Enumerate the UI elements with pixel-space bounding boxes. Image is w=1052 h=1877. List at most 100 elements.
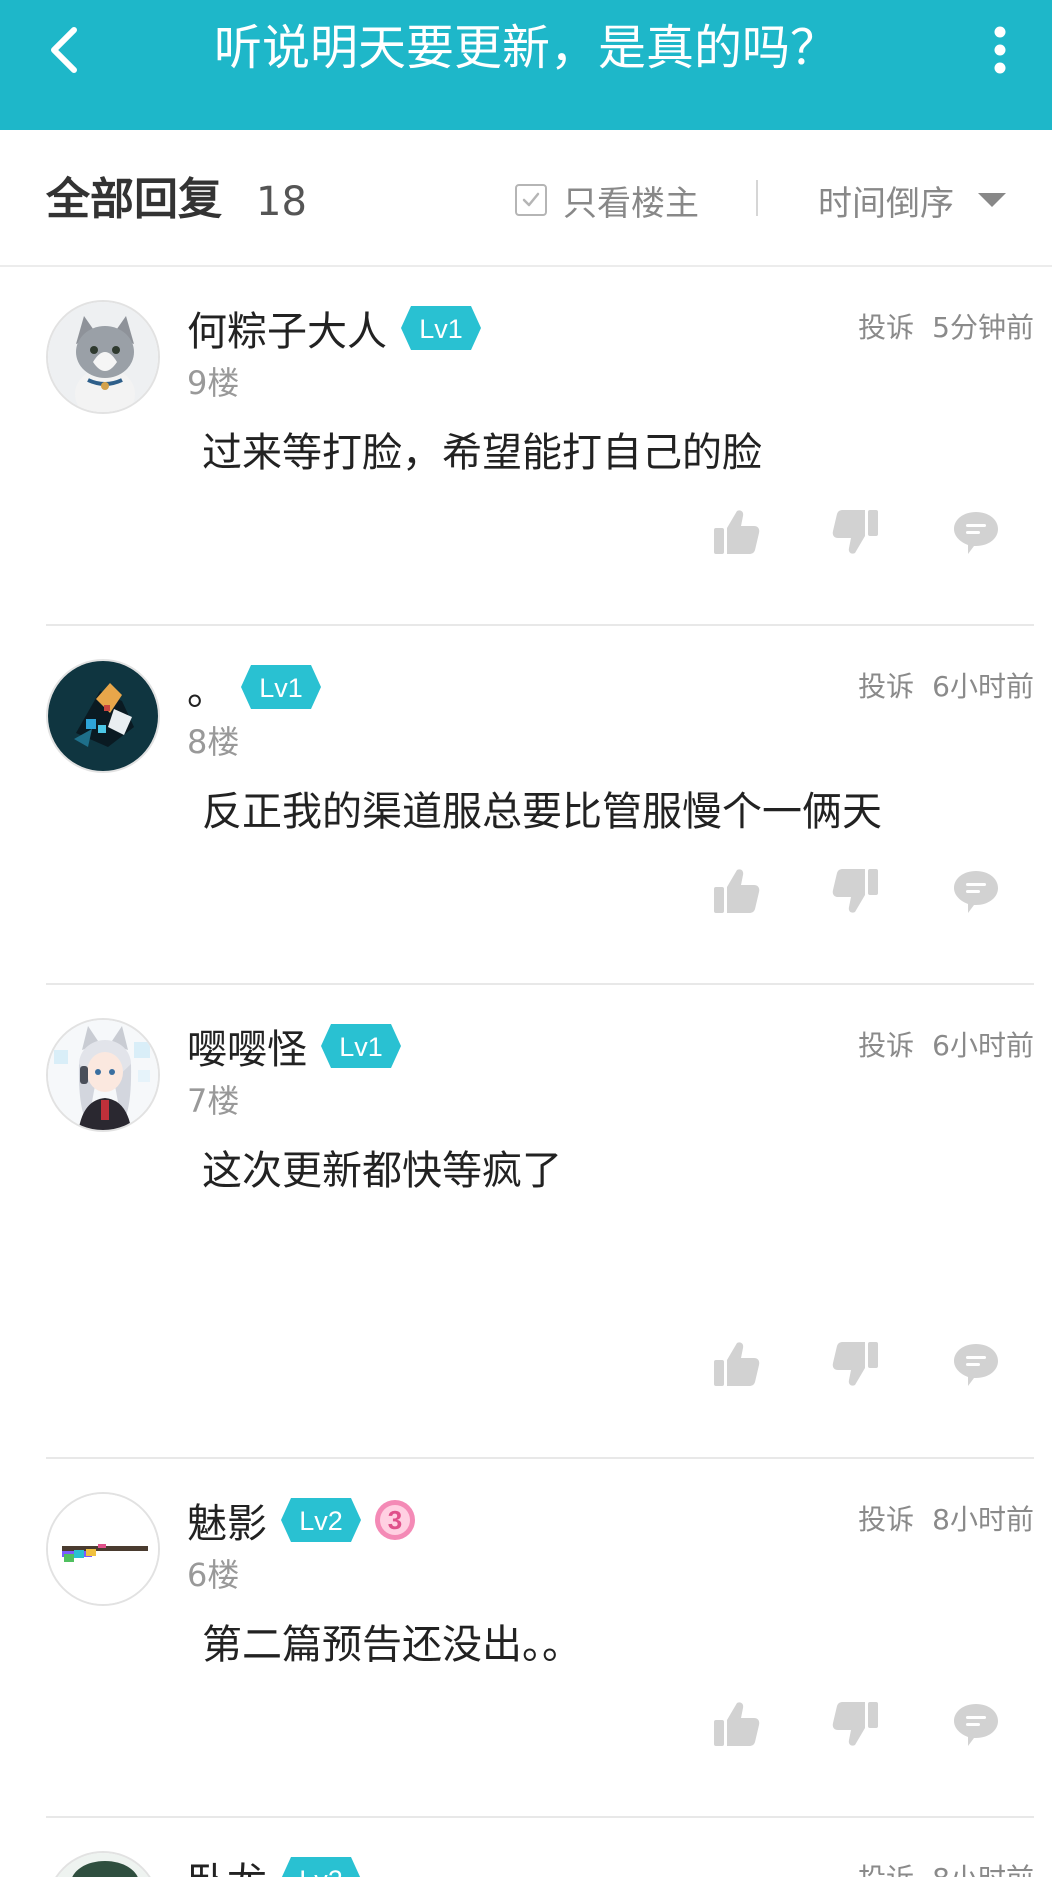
- reply-button[interactable]: [950, 865, 1002, 917]
- post-meta: 投诉 6小时前: [858, 665, 1034, 705]
- reply-button[interactable]: [950, 1698, 1002, 1750]
- report-link[interactable]: 投诉: [858, 1029, 914, 1062]
- divider: [46, 1816, 1034, 1818]
- divider: [46, 1457, 1034, 1459]
- user-info: 嘤嘤怪 Lv1: [187, 1018, 401, 1074]
- svg-text:3: 3: [388, 1505, 402, 1535]
- post-meta: 投诉 6小时前: [858, 1024, 1034, 1064]
- caret-down-icon: [978, 193, 1006, 207]
- report-link[interactable]: 投诉: [858, 1503, 914, 1536]
- svg-text:Lv2: Lv2: [299, 1506, 343, 1536]
- thumbs-up-icon: [714, 1702, 760, 1746]
- thumbs-up-icon: [714, 869, 760, 913]
- divider: [46, 983, 1034, 985]
- user-info: 卧龙 Lv2: [187, 1851, 361, 1877]
- reply-item: 。 Lv1 投诉 6小时前 8楼 反正我的渠道服总要比管服慢个一俩天: [0, 633, 1052, 983]
- more-menu-button[interactable]: [982, 20, 1018, 80]
- reply-count: 18: [256, 179, 307, 225]
- thumbs-down-icon: [832, 1702, 878, 1746]
- level-badge: Lv1: [401, 306, 481, 350]
- special-badge-icon: 3: [375, 1500, 415, 1540]
- dislike-button[interactable]: [830, 506, 882, 558]
- post-meta: 投诉 8小时前: [858, 1857, 1034, 1877]
- reply-content: 反正我的渠道服总要比管服慢个一俩天: [202, 789, 882, 835]
- user-info: 何粽子大人 Lv1: [187, 300, 481, 356]
- like-button[interactable]: [710, 1698, 762, 1750]
- comment-bubble-icon: [954, 512, 998, 554]
- svg-text:Lv2: Lv2: [299, 1865, 343, 1877]
- username[interactable]: 魅影: [187, 1491, 267, 1549]
- level-badge: Lv2: [281, 1498, 361, 1542]
- reply-item: 魅影 Lv2 3 投诉 8小时前 6楼 第二篇预告还没出。。: [0, 1466, 1052, 1816]
- sort-dropdown[interactable]: 时间倒序: [818, 178, 1006, 224]
- thumbs-down-icon: [832, 869, 878, 913]
- reply-item: 何粽子大人 Lv1 投诉 5分钟前 9楼 过来等打脸，希望能打自己的脸: [0, 274, 1052, 624]
- username[interactable]: 。: [187, 658, 227, 716]
- check-icon: [522, 192, 540, 207]
- reply-content: 这次更新都快等疯了: [202, 1148, 562, 1194]
- username[interactable]: 嘤嘤怪: [187, 1017, 307, 1075]
- post-meta: 投诉 8小时前: [858, 1498, 1034, 1538]
- thumbs-down-icon: [832, 510, 878, 554]
- thumbs-up-icon: [714, 1342, 760, 1386]
- svg-text:Lv1: Lv1: [259, 673, 303, 703]
- floor-number: 9楼: [187, 364, 240, 402]
- reply-content: 第二篇预告还没出。。: [202, 1622, 582, 1668]
- reply-button[interactable]: [950, 506, 1002, 558]
- svg-text:Lv1: Lv1: [419, 314, 463, 344]
- dislike-button[interactable]: [830, 1338, 882, 1390]
- user-info: 魅影 Lv2 3: [187, 1492, 417, 1548]
- all-replies-label: 全部回复: [46, 174, 222, 225]
- level-badge: Lv1: [241, 665, 321, 709]
- like-button[interactable]: [710, 1338, 762, 1390]
- username[interactable]: 何粽子大人: [187, 299, 387, 357]
- report-link[interactable]: 投诉: [858, 311, 914, 344]
- comment-bubble-icon: [954, 1344, 998, 1386]
- report-link[interactable]: 投诉: [858, 670, 914, 703]
- comment-bubble-icon: [954, 1704, 998, 1746]
- more-vertical-icon: [994, 26, 1006, 74]
- thumbs-down-icon: [832, 1342, 878, 1386]
- page-title: 听说明天要更新，是真的吗？: [213, 20, 838, 76]
- top-bar: 听说明天要更新，是真的吗？: [0, 0, 1052, 130]
- reply-filter-bar: 全部回复 18 只看楼主 时间倒序: [0, 130, 1052, 267]
- post-time: 6小时前: [932, 670, 1034, 703]
- rifle-avatar[interactable]: [46, 1492, 160, 1606]
- svg-text:Lv1: Lv1: [339, 1032, 383, 1062]
- checkbox-icon[interactable]: [515, 184, 547, 216]
- floor-number: 6楼: [187, 1556, 240, 1594]
- character-avatar[interactable]: [46, 1851, 160, 1877]
- user-info: 。 Lv1: [187, 659, 321, 715]
- back-button[interactable]: [44, 20, 92, 80]
- post-time: 8小时前: [932, 1503, 1034, 1536]
- divider: [756, 180, 758, 216]
- reply-button[interactable]: [950, 1338, 1002, 1390]
- comment-bubble-icon: [954, 871, 998, 913]
- like-button[interactable]: [710, 506, 762, 558]
- like-button[interactable]: [710, 865, 762, 917]
- dislike-button[interactable]: [830, 1698, 882, 1750]
- chevron-left-icon: [51, 27, 77, 73]
- thumbs-up-icon: [714, 510, 760, 554]
- pixel-art-avatar[interactable]: [46, 659, 160, 773]
- anime-girl-avatar[interactable]: [46, 1018, 160, 1132]
- post-time: 6小时前: [932, 1029, 1034, 1062]
- post-time: 8小时前: [932, 1862, 1034, 1877]
- level-badge: Lv1: [321, 1024, 401, 1068]
- reply-item: 嘤嘤怪 Lv1 投诉 6小时前 7楼 这次更新都快等疯了: [0, 992, 1052, 1457]
- reply-content: 过来等打脸，希望能打自己的脸: [202, 430, 762, 476]
- cat-avatar[interactable]: [46, 300, 160, 414]
- post-time: 5分钟前: [932, 311, 1034, 344]
- only-op-label: 只看楼主: [563, 183, 699, 224]
- floor-number: 8楼: [187, 723, 240, 761]
- reply-item: 卧龙 Lv2 投诉 8小时前: [0, 1825, 1052, 1877]
- post-meta: 投诉 5分钟前: [858, 306, 1034, 346]
- divider: [46, 624, 1034, 626]
- report-link[interactable]: 投诉: [858, 1862, 914, 1877]
- only-op-toggle[interactable]: 只看楼主: [515, 178, 699, 224]
- username[interactable]: 卧龙: [187, 1850, 267, 1877]
- level-badge: Lv2: [281, 1857, 361, 1877]
- sort-label: 时间倒序: [818, 183, 954, 224]
- floor-number: 7楼: [187, 1082, 240, 1120]
- dislike-button[interactable]: [830, 865, 882, 917]
